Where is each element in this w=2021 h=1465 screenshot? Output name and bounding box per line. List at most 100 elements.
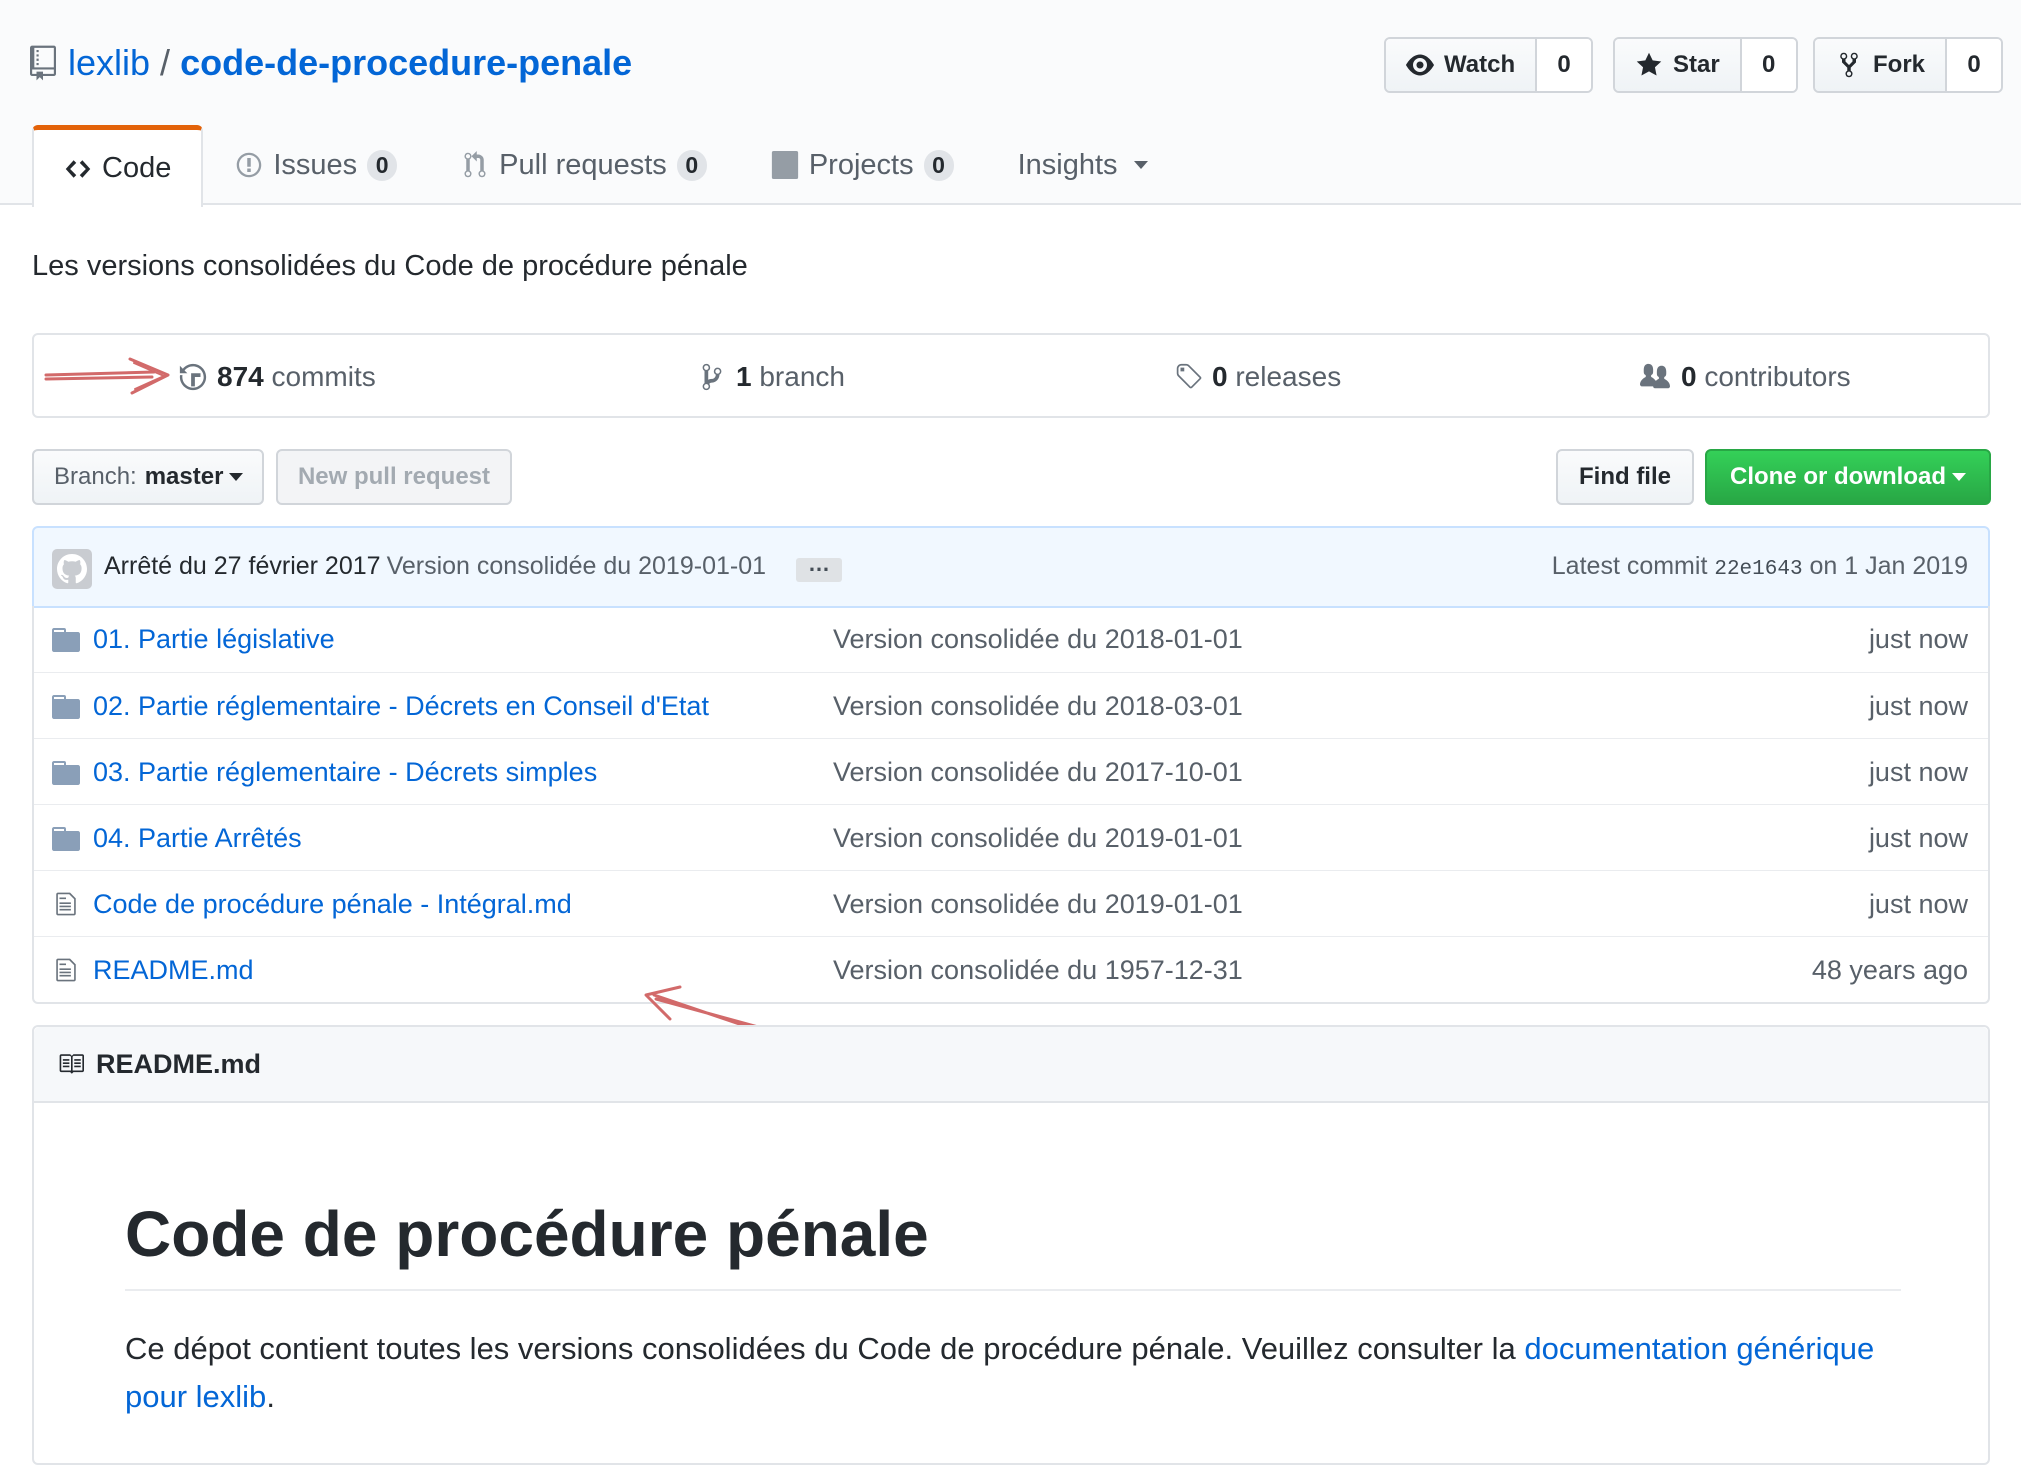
file-age: just now (1868, 889, 1968, 919)
commit-message: Arrêté du 27 février 2017 Version consoli… (104, 552, 766, 581)
code-icon (65, 159, 91, 178)
file-name-link[interactable]: 04. Partie Arrêtés (93, 823, 302, 854)
star-group: Star 0 (1613, 37, 1798, 93)
file-name-link[interactable]: 01. Partie législative (93, 624, 335, 655)
commit-title-link[interactable]: Arrêté du 27 février 2017 (104, 552, 381, 580)
commits-label: commits (271, 361, 376, 392)
book-icon (59, 1054, 84, 1074)
commits-count: 874 (217, 361, 264, 392)
pull-request-icon (464, 151, 486, 178)
github-mark-icon (57, 554, 87, 584)
branch-icon (702, 363, 722, 391)
branch-select-button[interactable]: Branch: master (32, 449, 264, 505)
branches-link[interactable]: 1 branch (698, 361, 845, 393)
readme-content: Code de procédure pénale Ce dépot contie… (125, 1197, 1901, 1421)
fork-button[interactable]: Fork (1815, 39, 1948, 91)
tab-label: Issues (273, 148, 358, 181)
caret-down-icon (229, 473, 244, 481)
avatar[interactable] (52, 549, 92, 589)
readme-text: Ce dépot contient toutes les versions co… (125, 1331, 1525, 1366)
releases-label: releases (1235, 361, 1342, 392)
file-commit-message[interactable]: Version consolidée du 2019-01-01 (833, 823, 1243, 854)
new-pull-request-button[interactable]: New pull request (276, 449, 512, 505)
watch-count[interactable]: 0 (1537, 39, 1592, 91)
tab-issues[interactable]: Issues 0 (203, 125, 429, 205)
contributors-count: 0 (1681, 361, 1697, 392)
tab-label: Insights (1017, 148, 1118, 181)
expand-commit-button[interactable]: … (796, 553, 842, 582)
star-label: Star (1673, 51, 1720, 78)
file-age: just now (1868, 624, 1968, 654)
caret-down-icon (1133, 161, 1148, 169)
branch-name: master (144, 463, 224, 490)
fork-count[interactable]: 0 (1947, 39, 2002, 91)
file-name-link[interactable]: Code de procédure pénale - Intégral.md (93, 889, 572, 920)
readme-header: README.md (34, 1027, 1988, 1103)
watch-label: Watch (1444, 51, 1516, 78)
repo-name-link[interactable]: code-de-procedure-penale (180, 42, 632, 84)
find-file-button[interactable]: Find file (1556, 449, 1694, 505)
star-count[interactable]: 0 (1741, 39, 1796, 91)
pull-requests-counter: 0 (676, 149, 707, 181)
tab-insights[interactable]: Insights (986, 125, 1180, 205)
issues-counter: 0 (367, 149, 398, 181)
file-name-link[interactable]: 03. Partie réglementaire - Décrets simpl… (93, 757, 597, 788)
tab-label: Projects (808, 148, 914, 181)
contributors-label: contributors (1704, 361, 1851, 392)
commit-date: on 1 Jan 2019 (1809, 552, 1968, 580)
file-commit-message[interactable]: Version consolidée du 1957-12-31 (833, 955, 1243, 986)
star-button[interactable]: Star (1615, 39, 1742, 91)
tab-pull-requests[interactable]: Pull requests 0 (429, 125, 739, 205)
readme-title: Code de procédure pénale (125, 1197, 1901, 1291)
readme-panel: README.md Code de procédure pénale Ce dé… (32, 1025, 1990, 1465)
file-commit-message[interactable]: Version consolidée du 2018-03-01 (833, 691, 1243, 722)
repo-owner-link[interactable]: lexlib (68, 42, 150, 84)
repo-icon (30, 45, 56, 81)
latest-commit-info: Latest commit 22e1643 on 1 Jan 2019 (1552, 552, 1968, 581)
file-commit-message[interactable]: Version consolidée du 2017-10-01 (833, 757, 1243, 788)
commit-version: Version consolidée du 2019-01-01 (386, 552, 767, 580)
file-name-link[interactable]: 02. Partie réglementaire - Décrets en Co… (93, 691, 709, 722)
clone-or-download-button[interactable]: Clone or download (1705, 449, 1991, 505)
commits-link[interactable]: 874 commits (179, 361, 376, 393)
file-commit-message[interactable]: Version consolidée du 2019-01-01 (833, 889, 1243, 920)
file-age: just now (1868, 823, 1968, 853)
star-icon (1636, 52, 1662, 76)
caret-down-icon (1952, 473, 1966, 481)
contributors-link[interactable]: 0 contributors (1639, 361, 1851, 393)
people-icon (1640, 363, 1670, 389)
folder-icon (52, 628, 80, 652)
tab-code[interactable]: Code (32, 125, 204, 207)
tab-label: Code (102, 152, 172, 184)
repo-header: lexlib / code-de-procedure-penale Watch … (0, 0, 2021, 207)
history-icon (179, 363, 207, 391)
watch-button[interactable]: Watch (1386, 39, 1538, 91)
table-row: 04. Partie Arrêtés Version consolidée du… (34, 804, 1988, 870)
table-row: README.md Version consolidée du 1957-12-… (34, 936, 1988, 1002)
readme-text-end: . (266, 1379, 275, 1414)
tab-projects[interactable]: Projects 0 (739, 125, 986, 205)
branches-count: 1 (736, 361, 752, 392)
folder-icon (52, 695, 80, 719)
clone-label: Clone or download (1730, 463, 1946, 490)
file-name-link[interactable]: README.md (93, 955, 254, 986)
readme-paragraph: Ce dépot contient toutes les versions co… (125, 1325, 1901, 1421)
table-row: 03. Partie réglementaire - Décrets simpl… (34, 738, 1988, 804)
latest-commit-bar: Arrêté du 27 février 2017 Version consoli… (32, 526, 1990, 608)
file-age: just now (1868, 757, 1968, 787)
releases-link[interactable]: 0 releases (1174, 361, 1341, 393)
readme-filename: README.md (96, 1048, 262, 1079)
file-list: 01. Partie législative Version consolidé… (32, 606, 1990, 1004)
watch-group: Watch 0 (1384, 37, 1594, 93)
file-age: 48 years ago (1811, 955, 1968, 985)
commit-sha-link[interactable]: 22e1643 (1714, 558, 1802, 581)
file-text-icon (56, 892, 76, 916)
numbers-summary: 874 commits 1 branch 0 releases 0 contri… (32, 333, 1990, 418)
fork-label: Fork (1873, 51, 1926, 78)
branch-prefix: Branch: (54, 463, 137, 490)
file-commit-message[interactable]: Version consolidée du 2018-01-01 (833, 624, 1243, 655)
eye-icon (1406, 54, 1434, 76)
annotation-arrow-icon (44, 357, 170, 395)
releases-count: 0 (1212, 361, 1228, 392)
issue-icon (237, 152, 262, 178)
